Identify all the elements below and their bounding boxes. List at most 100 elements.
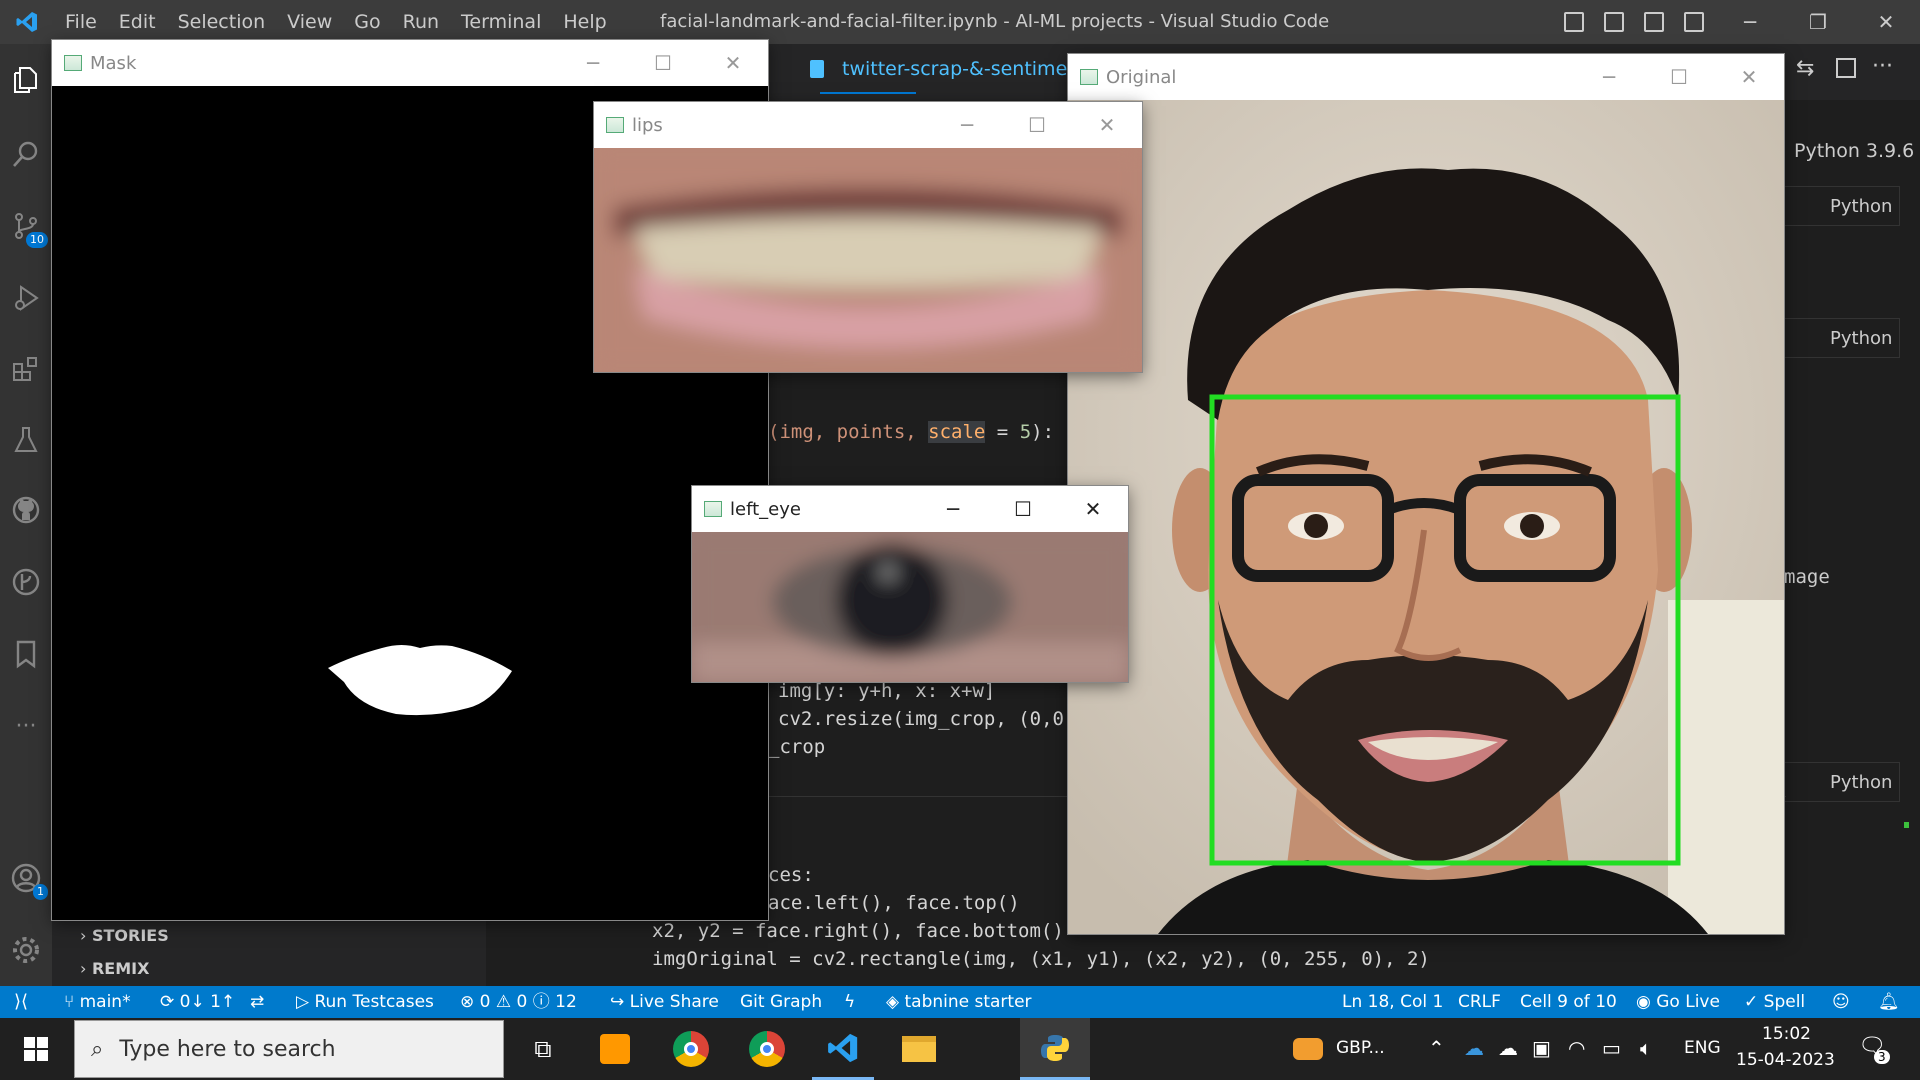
cell-language-2[interactable]: Python <box>1830 328 1892 349</box>
git-sync[interactable]: ⟳ 0↓ 1↑ <box>160 986 235 1018</box>
search-icon[interactable] <box>10 138 42 170</box>
toggle-panel-icon[interactable] <box>1604 12 1624 32</box>
more-views-icon[interactable]: ··· <box>10 710 42 742</box>
notifications-bell-icon[interactable]: 🔔︎ <box>1878 986 1900 1018</box>
feedback-icon[interactable]: ☺ <box>1832 986 1850 1018</box>
code-line-return-crop[interactable]: _crop <box>768 736 825 758</box>
menu-help[interactable]: Help <box>552 11 617 33</box>
weather-label[interactable]: GBP... <box>1336 1038 1385 1058</box>
weather-icon[interactable] <box>1286 1018 1330 1080</box>
git-branch[interactable]: ⑂ main* <box>64 986 131 1018</box>
vscode-close-button[interactable]: ✕ <box>1856 0 1916 44</box>
cursor-position[interactable]: Ln 18, Col 1 <box>1342 986 1443 1018</box>
original-window[interactable]: Original ─ ☐ ✕ <box>1068 54 1784 934</box>
clock-time[interactable]: 15:02 <box>1762 1024 1811 1044</box>
lips-maximize-button[interactable]: ☐ <box>1002 102 1072 148</box>
spell-check[interactable]: ✓ Spell <box>1744 986 1805 1018</box>
run-debug-icon[interactable] <box>10 282 42 314</box>
windows-start-icon[interactable] <box>14 1018 58 1080</box>
live-share[interactable]: ↪ Live Share <box>610 986 719 1018</box>
screen-capture-icon[interactable]: ▣ <box>1532 1036 1551 1060</box>
vscode-taskbar-icon[interactable] <box>812 1018 874 1080</box>
code-line-resize[interactable]: cv2.resize(img_crop, (0,0 <box>778 708 1064 730</box>
mask-maximize-button[interactable]: ☐ <box>628 40 698 86</box>
code-scale-param: scale <box>928 421 986 443</box>
toggle-sidebar-icon[interactable] <box>1564 12 1584 32</box>
sidebar-section-remix[interactable]: › REMIX <box>80 959 149 978</box>
menu-terminal[interactable]: Terminal <box>450 11 552 33</box>
mask-minimize-button[interactable]: ─ <box>558 40 628 86</box>
onedrive-icon[interactable]: ☁ <box>1464 1036 1484 1060</box>
explorer-icon[interactable] <box>10 64 42 96</box>
code-line-x2-y2[interactable]: x2, y2 = face.right(), face.bottom() <box>652 920 1064 942</box>
git-graph-icon[interactable] <box>10 566 42 598</box>
wifi-icon[interactable]: ◠ <box>1568 1036 1585 1060</box>
chrome-icon[interactable] <box>660 1018 722 1080</box>
menu-selection[interactable]: Selection <box>167 11 277 33</box>
menu-file[interactable]: File <box>54 11 108 33</box>
original-minimize-button[interactable]: ─ <box>1574 54 1644 100</box>
remote-indicator-icon[interactable]: ⟩⟨ <box>14 986 28 1018</box>
clock-date[interactable]: 15-04-2023 <box>1736 1050 1835 1070</box>
lips-window[interactable]: lips ─ ☐ ✕ <box>594 102 1142 372</box>
sublime-text-icon[interactable] <box>586 1018 644 1080</box>
cell-language-3[interactable]: Python <box>1830 772 1892 793</box>
run-testcases[interactable]: ▷ Run Testcases <box>296 986 434 1018</box>
menu-edit[interactable]: Edit <box>108 11 167 33</box>
code-line-img-crop[interactable]: img[y: y+h, x: x+w] <box>778 680 995 702</box>
cell-indicator[interactable]: Cell 9 of 10 <box>1520 986 1617 1018</box>
code-line-x1-y1[interactable]: ace.left(), face.top() <box>768 892 1020 914</box>
battery-icon[interactable]: ▭ <box>1602 1036 1621 1060</box>
settings-gear-icon[interactable] <box>10 934 42 966</box>
source-control-icon[interactable]: 10 <box>10 210 48 248</box>
compare-changes-icon[interactable]: ⇆ <box>1796 56 1814 81</box>
vscode-minimize-button[interactable]: ─ <box>1720 0 1780 44</box>
problems-indicator[interactable]: ⊗ 0 ⚠ 0 ⓘ 12 <box>460 986 577 1018</box>
python-taskbar-icon[interactable] <box>1020 1018 1090 1080</box>
original-maximize-button[interactable]: ☐ <box>1644 54 1714 100</box>
show-hidden-icons[interactable]: ⌃ <box>1428 1036 1445 1060</box>
left-eye-close-button[interactable]: ✕ <box>1058 486 1128 532</box>
lips-close-button[interactable]: ✕ <box>1072 102 1142 148</box>
vscode-restore-button[interactable]: ❐ <box>1788 0 1848 44</box>
chrome-profile-icon[interactable] <box>736 1018 798 1080</box>
input-language[interactable]: ENG <box>1684 1038 1721 1058</box>
extensions-icon[interactable] <box>10 354 42 386</box>
branch-compare-icon[interactable]: ⇄ <box>250 986 264 1018</box>
onedrive-personal-icon[interactable]: ☁ <box>1498 1036 1518 1060</box>
more-actions-icon[interactable]: ··· <box>1872 54 1893 79</box>
volume-icon[interactable]: 🔈︎ <box>1640 1036 1652 1060</box>
cell-language-1[interactable]: Python <box>1830 196 1892 217</box>
left-eye-minimize-button[interactable]: ─ <box>918 486 988 532</box>
go-live[interactable]: ◉ Go Live <box>1636 986 1720 1018</box>
taskbar-search-box[interactable]: ⌕ Type here to search <box>74 1020 504 1078</box>
sidebar-section-stories[interactable]: › STORIES <box>80 926 169 945</box>
git-graph-button[interactable]: Git Graph <box>740 986 822 1018</box>
testing-flask-icon[interactable] <box>10 424 42 456</box>
task-view-icon[interactable]: ⧉ <box>514 1018 572 1080</box>
lips-minimize-button[interactable]: ─ <box>932 102 1002 148</box>
tabnine[interactable]: ◈ tabnine starter <box>886 986 1032 1018</box>
github-icon[interactable] <box>10 494 42 526</box>
lightning-icon[interactable]: ϟ <box>844 986 855 1018</box>
file-explorer-icon[interactable] <box>888 1018 950 1080</box>
code-line-function-def[interactable]: (img, points, scale = 5): <box>768 421 1054 443</box>
left-eye-maximize-button[interactable]: ☐ <box>988 486 1058 532</box>
code-line-for-faces[interactable]: ces: <box>768 864 814 886</box>
accounts-icon[interactable]: 1 <box>10 862 48 900</box>
tab-twitter-scrap[interactable]: twitter-scrap-&-sentiment <box>842 58 1087 80</box>
code-line-rectangle[interactable]: imgOriginal = cv2.rectangle(img, (x1, y1… <box>652 948 1430 970</box>
customize-layout-icon[interactable] <box>1684 12 1704 32</box>
left-eye-window[interactable]: left_eye ─ ☐ ✕ <box>692 486 1128 682</box>
bookmarks-icon[interactable] <box>10 638 42 670</box>
original-close-button[interactable]: ✕ <box>1714 54 1784 100</box>
mask-close-button[interactable]: ✕ <box>698 40 768 86</box>
split-editor-icon[interactable] <box>1836 58 1856 78</box>
overview-ruler-marker <box>1904 822 1909 828</box>
menu-go[interactable]: Go <box>343 11 391 33</box>
menu-run[interactable]: Run <box>392 11 450 33</box>
toggle-secondary-sidebar-icon[interactable] <box>1644 12 1664 32</box>
python-version[interactable]: Python 3.9.6 <box>1794 140 1914 162</box>
menu-view[interactable]: View <box>276 11 343 33</box>
end-of-line[interactable]: CRLF <box>1458 986 1501 1018</box>
